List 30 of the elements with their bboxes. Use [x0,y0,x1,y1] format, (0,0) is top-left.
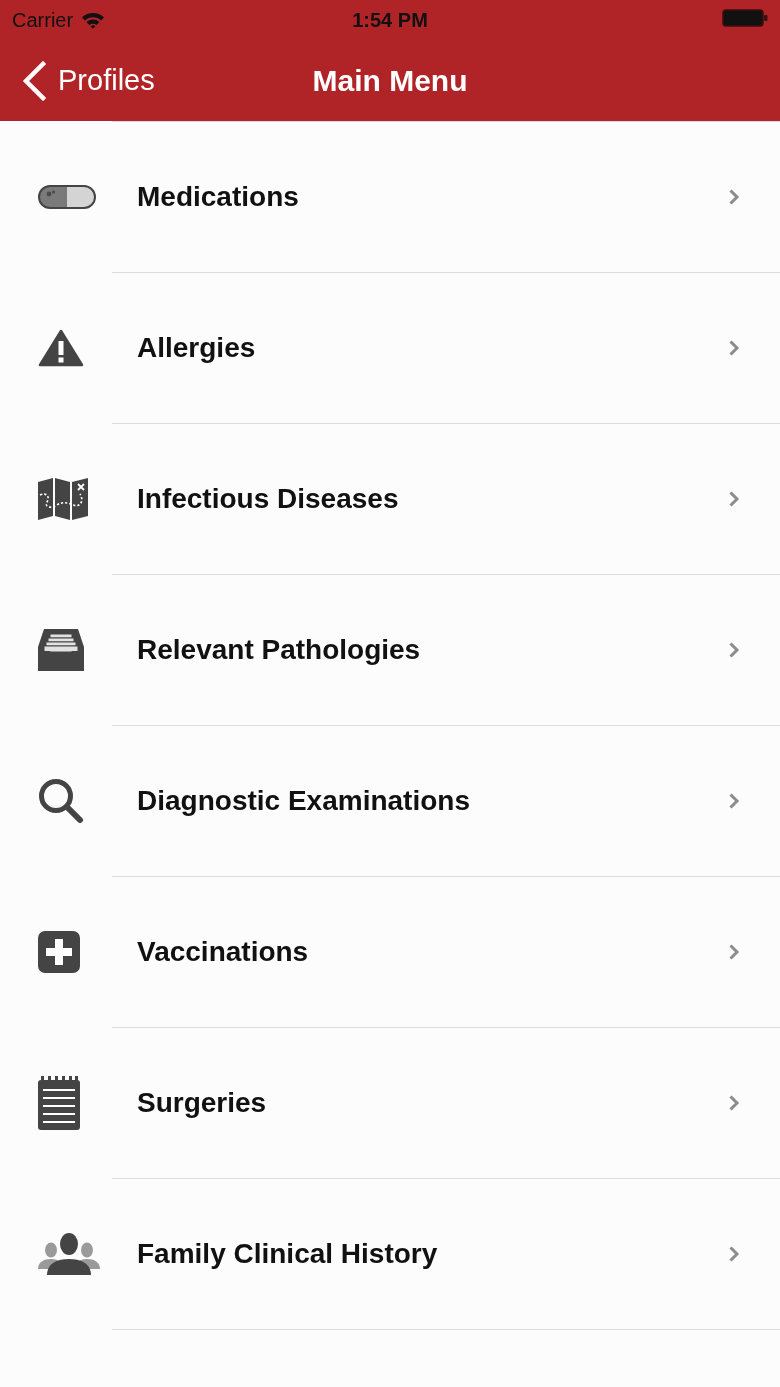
chevron-right-icon [728,490,740,508]
chevron-right-icon [728,339,740,357]
menu-item[interactable]: Surgeries [0,1028,780,1178]
status-time: 1:54 PM [352,8,428,32]
search-icon [38,778,84,824]
chevron-left-icon [22,60,46,101]
chevron-right-icon [728,792,740,810]
menu-item[interactable]: Diagnostic Examinations [0,726,780,876]
screen-title: Main Menu [312,63,468,98]
notepad-icon [38,1076,80,1130]
wifi-icon [81,11,106,29]
carrier-name: Carrier [12,8,74,32]
people-icon [38,1233,100,1275]
battery-icon [722,9,768,27]
chevron-right-icon [728,188,740,206]
menu-item[interactable]: Medications [0,122,780,272]
menu-item[interactable]: Infectious Diseases [0,424,780,574]
menu-item[interactable]: Allergies [0,273,780,423]
chevron-right-icon [728,641,740,659]
chevron-right-icon [728,1094,740,1112]
chevron-right-icon [728,1245,740,1263]
pill-icon [38,185,96,209]
menu-item[interactable]: Relevant Pathologies [0,575,780,725]
chevron-right-icon [728,943,740,961]
map-icon [38,478,88,520]
plus-square-icon [38,931,80,973]
menu-item[interactable]: Vaccinations [0,877,780,1027]
menu-item[interactable]: Family Clinical History [0,1179,780,1329]
warning-icon [38,329,84,367]
back-button[interactable]: Profiles [0,60,155,101]
